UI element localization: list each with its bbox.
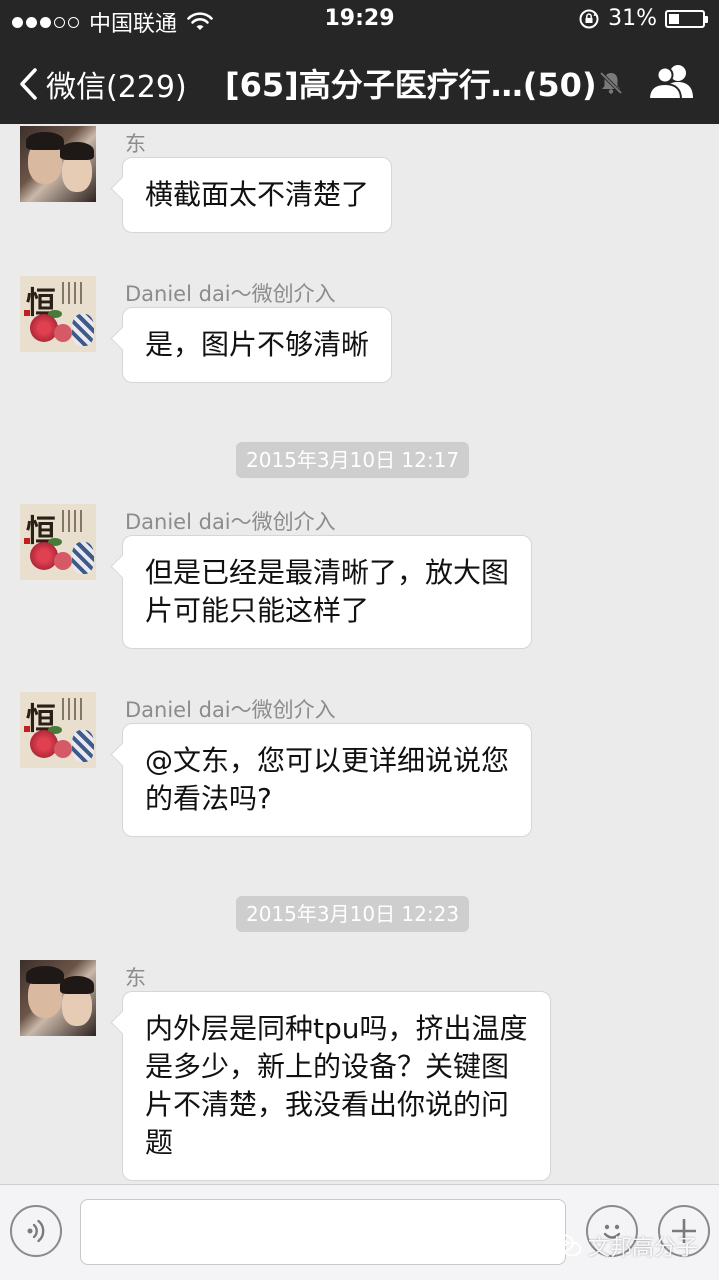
mute-bell-icon <box>599 71 623 95</box>
avatar[interactable]: 恒 <box>20 692 96 768</box>
group-contacts-icon[interactable] <box>648 62 694 100</box>
voice-icon <box>27 1219 45 1243</box>
watermark: 文邦高分子 <box>552 1230 698 1262</box>
message-input[interactable] <box>80 1199 566 1265</box>
message-bubble[interactable]: 横截面太不清楚了 <box>122 157 393 233</box>
nav-bar: 微信(229) [65]高分子医疗行…(50) <box>0 40 719 124</box>
status-bar: 中国联通 19:29 31% <box>0 0 719 40</box>
voice-button[interactable] <box>10 1205 62 1257</box>
back-chevron-icon <box>20 68 37 100</box>
timestamp-label: 2015年3月10日 12:23 <box>236 896 470 932</box>
battery-level <box>669 13 679 24</box>
sender-name: Daniel dai～微创介入 <box>125 698 336 722</box>
chat-area[interactable]: 东 横截面太不清楚了 恒 Daniel dai～微创介入 是，图片不够清晰 20… <box>0 124 719 1184</box>
message-bubble[interactable]: 但是已经是最清晰了，放大图 片可能只能这样了 <box>122 535 533 649</box>
battery-percent: 31% <box>608 6 657 31</box>
sender-name: 东 <box>125 966 146 990</box>
message-bubble[interactable]: 是，图片不够清晰 <box>122 307 393 383</box>
avatar[interactable] <box>20 126 96 202</box>
status-right: 31% <box>578 6 708 31</box>
message-bubble[interactable]: @文东，您可以更详细说说您 的看法吗? <box>122 723 533 837</box>
avatar[interactable]: 恒 <box>20 276 96 352</box>
sender-name: Daniel dai～微创介入 <box>125 510 336 534</box>
battery-icon <box>665 9 708 28</box>
message-bubble[interactable]: 内外层是同种tpu吗，挤出温度 是多少，新上的设备？关键图 片不清楚，我没看出你… <box>122 991 551 1181</box>
avatar[interactable]: 恒 <box>20 504 96 580</box>
sender-name: Daniel dai～微创介入 <box>125 282 336 306</box>
timestamp-label: 2015年3月10日 12:17 <box>236 442 470 478</box>
wechat-icon <box>552 1234 582 1257</box>
back-button[interactable]: 微信(229) <box>18 62 187 106</box>
avatar[interactable] <box>20 960 96 1036</box>
rotation-lock-icon <box>579 9 599 28</box>
back-label: 微信(229) <box>46 70 187 105</box>
chat-title: [65]高分子医疗行…(50) <box>225 66 597 104</box>
sender-name: 东 <box>125 132 146 156</box>
watermark-text: 文邦高分子 <box>588 1236 699 1261</box>
